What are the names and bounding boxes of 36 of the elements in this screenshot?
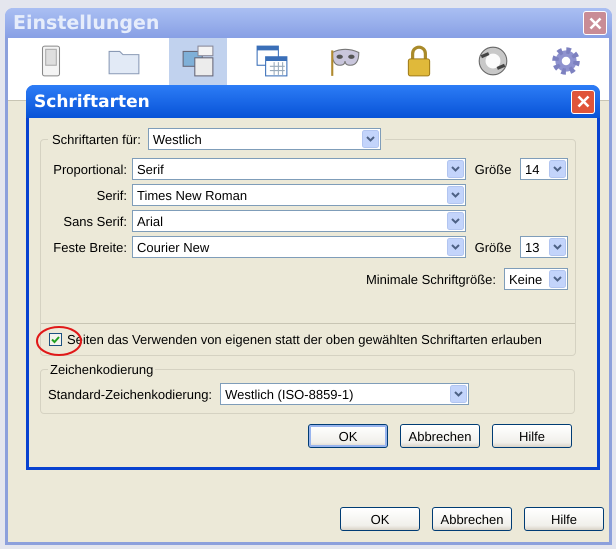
checkbox[interactable] bbox=[49, 333, 62, 346]
dropdown[interactable]: Courier New bbox=[132, 236, 466, 258]
field-label: Minimale Schriftgröße: bbox=[366, 272, 496, 286]
field-label: Sans Serif: bbox=[62, 214, 127, 228]
dropdown[interactable]: Keine bbox=[504, 268, 568, 290]
close-icon bbox=[588, 16, 602, 30]
close-icon bbox=[576, 95, 590, 108]
dropdown[interactable]: Westlich bbox=[148, 128, 381, 150]
field-label: Schriftarten für: bbox=[52, 132, 141, 146]
close-button[interactable] bbox=[583, 11, 607, 35]
dropdown[interactable]: Arial bbox=[132, 210, 466, 232]
field-label: Feste Breite: bbox=[52, 240, 127, 254]
field-label: Proportional: bbox=[52, 162, 127, 176]
dropdown[interactable]: Westlich (ISO-8859-1) bbox=[220, 383, 470, 405]
dropdown[interactable]: Times New Roman bbox=[132, 184, 466, 206]
window-title: Einstellungen bbox=[13, 12, 160, 34]
cancel-button[interactable]: Abbrechen bbox=[400, 424, 480, 448]
calendar-icon bbox=[254, 44, 289, 78]
window-title: Schriftarten bbox=[34, 92, 150, 112]
circular-arrows-icon bbox=[476, 44, 510, 78]
dropdown[interactable]: Serif bbox=[132, 158, 466, 180]
help-button[interactable]: Hilfe bbox=[492, 424, 572, 448]
cancel-button[interactable]: Abbrechen bbox=[432, 507, 512, 531]
ok-button[interactable]: OK bbox=[308, 424, 388, 448]
dropdown[interactable]: 13 bbox=[520, 236, 568, 258]
size-label: Größe bbox=[474, 240, 512, 254]
toolbar-item[interactable] bbox=[169, 38, 228, 85]
close-button[interactable] bbox=[571, 90, 595, 114]
field-label: Standard-Zeichenkodierung: bbox=[48, 386, 212, 402]
help-button[interactable]: Hilfe bbox=[524, 507, 604, 531]
size-label: Größe bbox=[474, 162, 512, 176]
field-label: Serif: bbox=[96, 188, 127, 202]
ok-button[interactable]: OK bbox=[340, 507, 420, 531]
pictures-icon bbox=[181, 44, 216, 78]
group-title: Zeichenkodierung bbox=[49, 362, 154, 377]
dropdown[interactable]: 14 bbox=[520, 158, 568, 180]
